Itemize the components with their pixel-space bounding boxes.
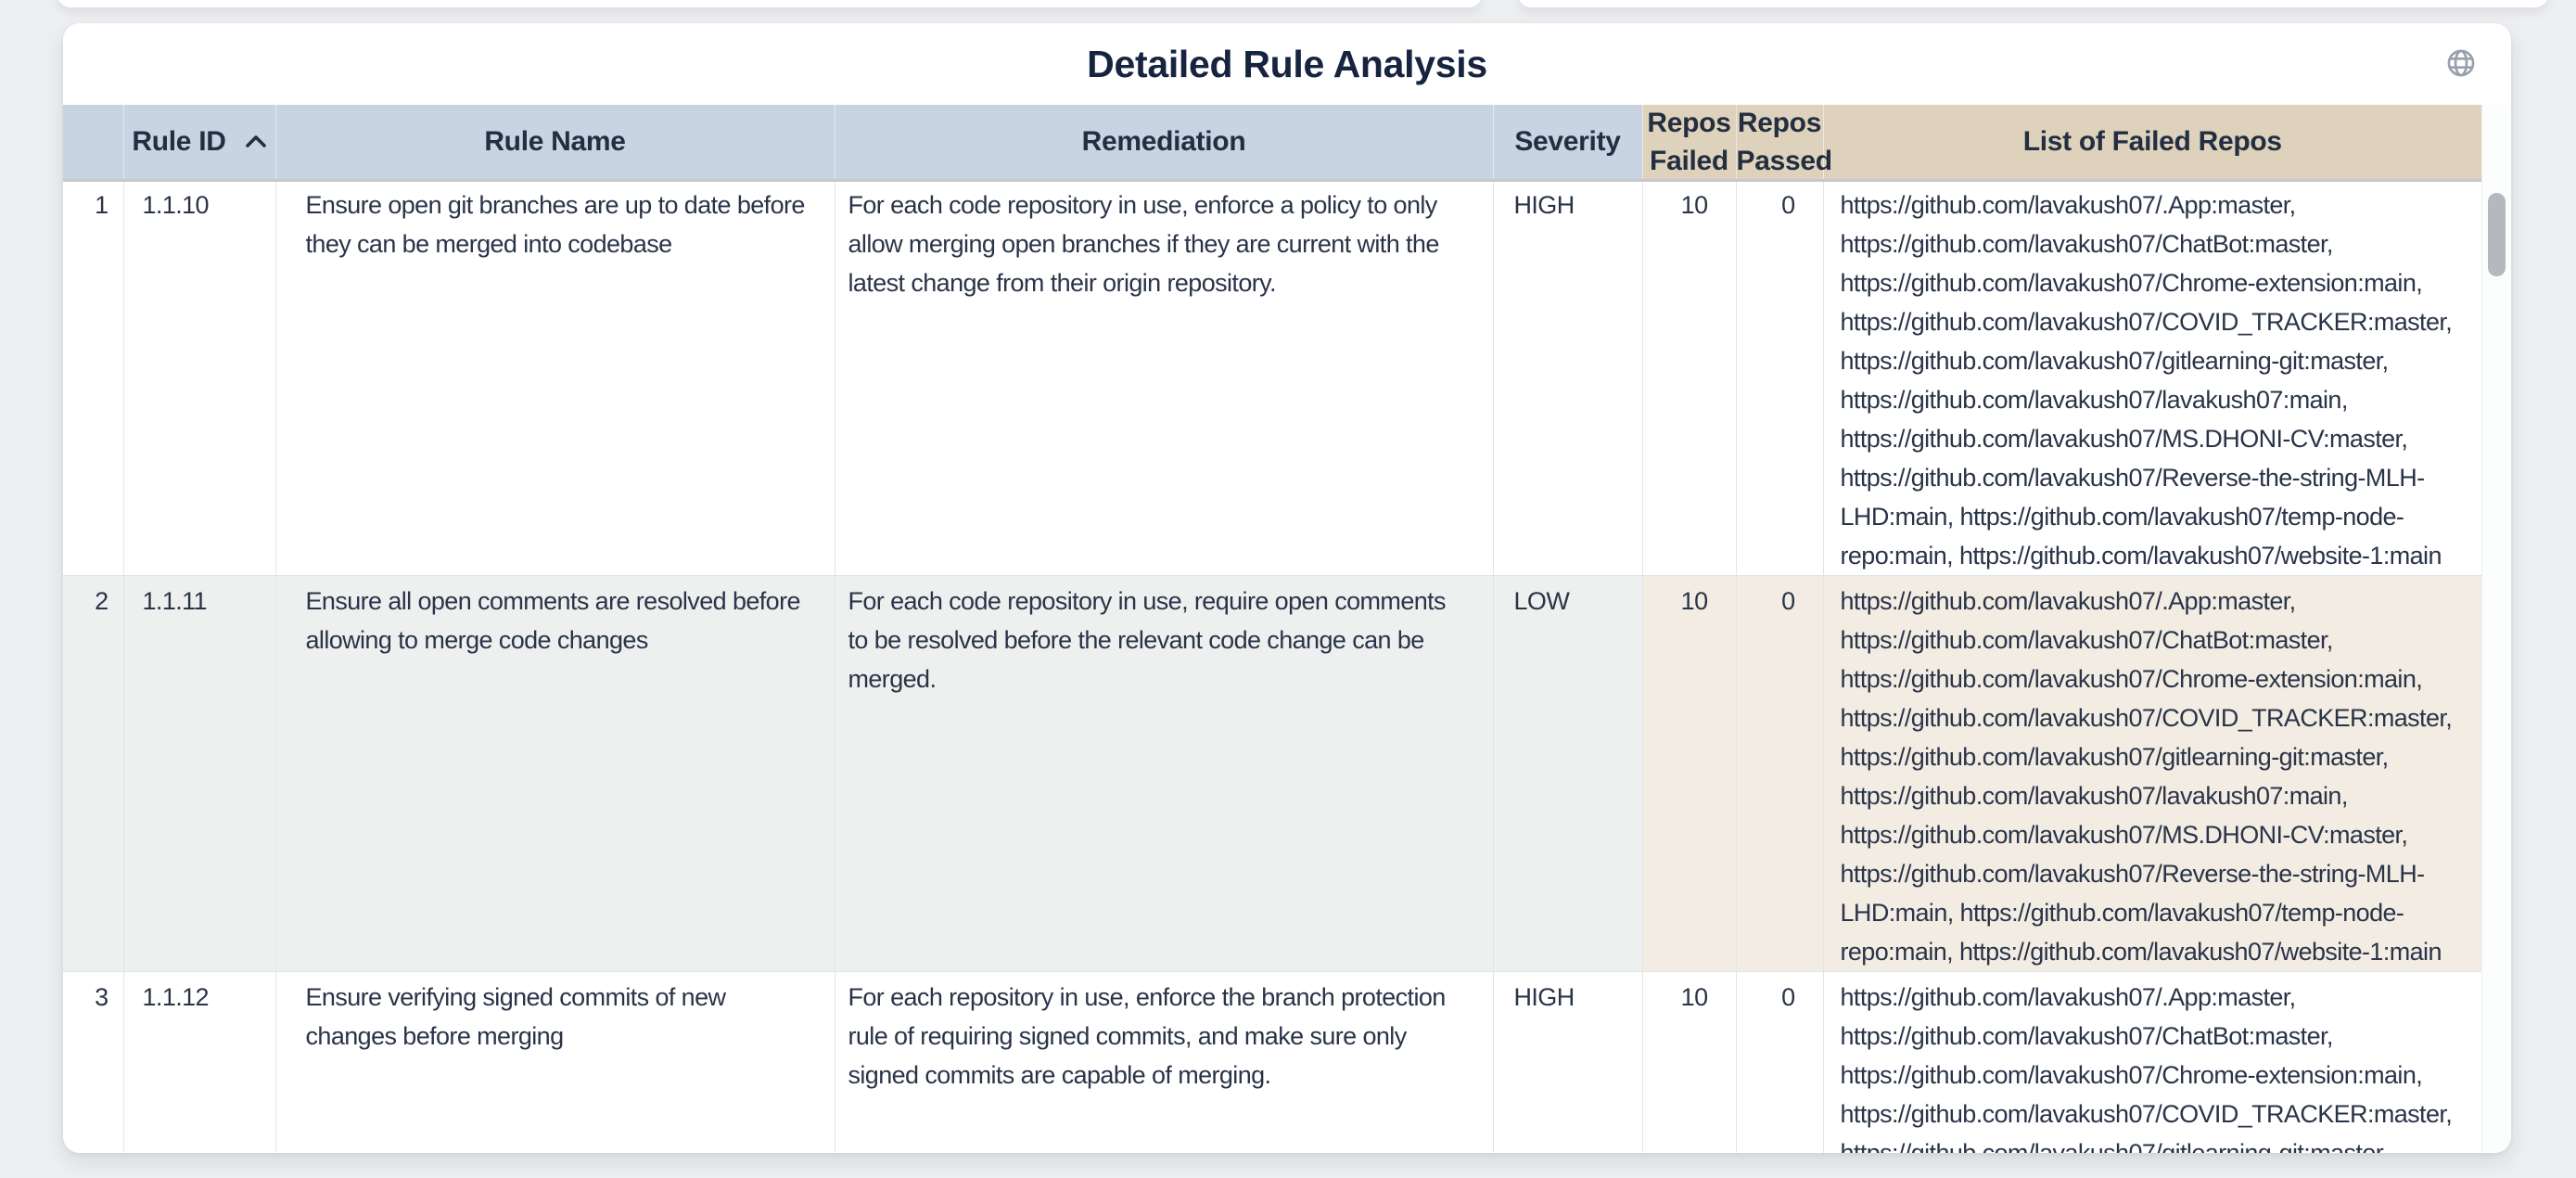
column-header-repos-passed[interactable]: Repos Passed (1736, 105, 1823, 180)
row-index: 2 (63, 576, 123, 972)
column-header-repos-failed[interactable]: Repos Failed (1642, 105, 1736, 180)
severity-cell: LOW (1493, 576, 1642, 972)
failed-repos-cell: https://github.com/lavakush07/.App:maste… (1823, 180, 2481, 576)
remediation-cell: For each code repository in use, require… (835, 576, 1493, 972)
detailed-rules-table: Rule ID Rule Name Remediation Severity R… (63, 105, 2481, 1153)
sort-ascending-icon (245, 134, 267, 148)
repos-passed-cell: 0 (1736, 576, 1823, 972)
repos-failed-cell: 10 (1642, 180, 1736, 576)
globe-button[interactable] (2445, 46, 2479, 80)
repos-failed-cell: 10 (1642, 576, 1736, 972)
column-header-remediation[interactable]: Remediation (835, 105, 1493, 180)
repos-passed-cell: 0 (1736, 972, 1823, 1154)
column-header-severity[interactable]: Severity (1493, 105, 1642, 180)
column-header-rule-id[interactable]: Rule ID (123, 105, 275, 180)
remediation-cell: For each code repository in use, enforce… (835, 180, 1493, 576)
top-card-right (1518, 0, 2548, 7)
rule-id-header-label: Rule ID (132, 126, 225, 157)
top-card-left (57, 0, 1482, 7)
rule-name-cell: Ensure verifying signed commits of new c… (275, 972, 835, 1154)
card-header: Detailed Rule Analysis (63, 23, 2511, 105)
repos-passed-cell: 0 (1736, 180, 1823, 576)
row-index: 1 (63, 180, 123, 576)
severity-cell: HIGH (1493, 180, 1642, 576)
failed-repos-cell: https://github.com/lavakush07/.App:maste… (1823, 972, 2481, 1154)
rule-name-cell: Ensure all open comments are resolved be… (275, 576, 835, 972)
column-header-failed-repos-list[interactable]: List of Failed Repos (1823, 105, 2481, 180)
rule-name-cell: Ensure open git branches are up to date … (275, 180, 835, 576)
detailed-rule-analysis-card: Detailed Rule Analysis Rule ID (63, 23, 2511, 1153)
globe-icon (2445, 47, 2477, 79)
column-header-rule-name[interactable]: Rule Name (275, 105, 835, 180)
rule-id-cell: 1.1.11 (123, 576, 275, 972)
row-index: 3 (63, 972, 123, 1154)
rule-id-cell: 1.1.10 (123, 180, 275, 576)
scrollbar-thumb[interactable] (2488, 193, 2506, 276)
table-row: 3 1.1.12 Ensure verifying signed commits… (63, 972, 2481, 1154)
rules-table-area: Rule ID Rule Name Remediation Severity R… (63, 105, 2481, 1153)
repos-failed-cell: 10 (1642, 972, 1736, 1154)
severity-cell: HIGH (1493, 972, 1642, 1154)
vertical-scrollbar[interactable] (2481, 105, 2511, 1153)
header-divider (63, 179, 2511, 182)
table-row: 1 1.1.10 Ensure open git branches are up… (63, 180, 2481, 576)
column-header-index (63, 105, 123, 180)
table-row: 2 1.1.11 Ensure all open comments are re… (63, 576, 2481, 972)
table-header-row: Rule ID Rule Name Remediation Severity R… (63, 105, 2481, 180)
failed-repos-cell: https://github.com/lavakush07/.App:maste… (1823, 576, 2481, 972)
remediation-cell: For each repository in use, enforce the … (835, 972, 1493, 1154)
rule-id-cell: 1.1.12 (123, 972, 275, 1154)
table-body: 1 1.1.10 Ensure open git branches are up… (63, 180, 2481, 1153)
page-title: Detailed Rule Analysis (1087, 43, 1487, 86)
